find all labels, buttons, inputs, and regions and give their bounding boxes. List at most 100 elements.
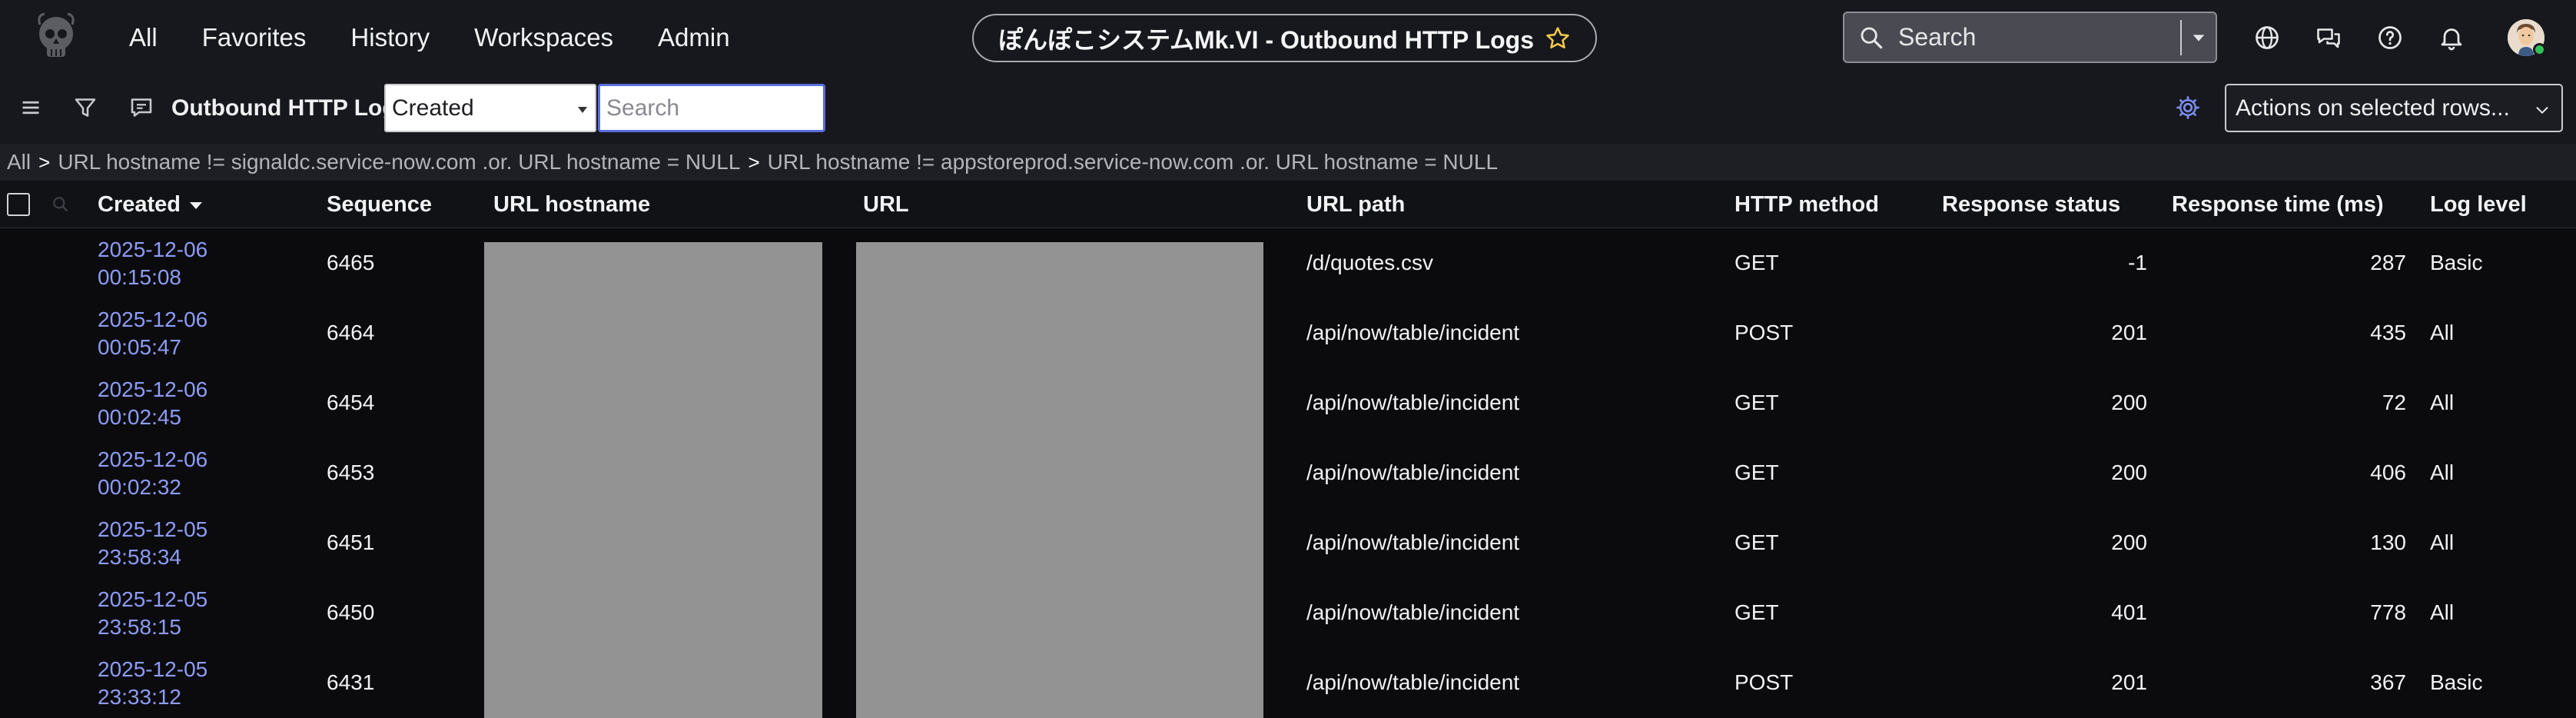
globe-icon[interactable] bbox=[2253, 24, 2281, 52]
sequence-cell: 6453 bbox=[327, 460, 375, 484]
column-header-url-path[interactable]: URL path bbox=[1306, 192, 1405, 218]
actions-select-label: Actions on selected rows... bbox=[2236, 95, 2510, 121]
http-method-cell: POST bbox=[1734, 670, 1794, 694]
list-title: Outbound HTTP Logs bbox=[171, 95, 410, 121]
created-link[interactable]: 2025-12-05 23:58:34 bbox=[98, 516, 207, 571]
filter-icon[interactable] bbox=[71, 94, 99, 121]
help-icon[interactable] bbox=[2376, 24, 2404, 52]
breadcrumb-all[interactable]: All bbox=[7, 150, 31, 175]
table-row[interactable]: 2025-12-05 23:58:15 6450 /api/now/table/i… bbox=[0, 578, 2576, 648]
log-level-cell: All bbox=[2430, 321, 2455, 344]
list-search-input[interactable] bbox=[598, 84, 825, 132]
created-time: 23:58:34 bbox=[98, 545, 181, 569]
created-link[interactable]: 2025-12-05 23:58:15 bbox=[98, 586, 207, 641]
bell-icon[interactable] bbox=[2438, 24, 2465, 52]
breadcrumb-condition-2[interactable]: URL hostname != appstoreprod.service-now… bbox=[768, 150, 1498, 175]
page-title: ぽんぽこシステムMk.VI - Outbound HTTP Logs bbox=[998, 25, 1535, 54]
chevron-down-icon bbox=[2536, 107, 2548, 114]
chevron-down-icon bbox=[2193, 34, 2205, 42]
log-level-cell: All bbox=[2430, 391, 2455, 414]
column-header-log-level[interactable]: Log level bbox=[2430, 192, 2527, 218]
nav-admin[interactable]: Admin bbox=[658, 23, 730, 52]
nav-workspaces[interactable]: Workspaces bbox=[474, 23, 613, 52]
sequence-cell: 6451 bbox=[327, 530, 375, 554]
url-path-cell: /api/now/table/incident bbox=[1306, 321, 1520, 344]
response-status-cell: 401 bbox=[2111, 600, 2147, 624]
created-link[interactable]: 2025-12-06 00:02:45 bbox=[98, 376, 207, 431]
response-status-cell: 200 bbox=[2111, 460, 2147, 484]
table-row[interactable]: 2025-12-06 00:02:45 6454 /api/now/table/i… bbox=[0, 368, 2576, 438]
main-nav-menu: All Favorites History Workspaces Admin bbox=[129, 0, 775, 75]
created-date: 2025-12-06 bbox=[98, 238, 208, 261]
column-header-response-status[interactable]: Response status bbox=[1942, 192, 2120, 218]
http-method-cell: GET bbox=[1734, 530, 1779, 554]
skull-logo-icon[interactable] bbox=[29, 11, 83, 65]
nav-history[interactable]: History bbox=[350, 23, 430, 52]
url-path-cell: /api/now/table/incident bbox=[1306, 391, 1520, 414]
search-scope-dropdown[interactable] bbox=[2182, 13, 2216, 62]
search-field-select[interactable]: Created bbox=[384, 84, 596, 132]
created-time: 23:58:15 bbox=[98, 615, 181, 639]
column-header-response-time[interactable]: Response time (ms) bbox=[2172, 192, 2384, 218]
comment-icon[interactable] bbox=[128, 94, 155, 121]
log-level-cell: Basic bbox=[2430, 251, 2483, 274]
table-header: Created Sequence URL hostname URL URL pa… bbox=[0, 181, 2576, 228]
url-path-cell: /d/quotes.csv bbox=[1306, 251, 1433, 274]
created-link[interactable]: 2025-12-06 00:15:08 bbox=[98, 236, 207, 291]
url-path-cell: /api/now/table/incident bbox=[1306, 460, 1520, 484]
response-status-cell: 201 bbox=[2111, 670, 2147, 694]
top-navigation-bar: All Favorites History Workspaces Admin ぽ… bbox=[0, 0, 2576, 75]
sequence-cell: 6454 bbox=[327, 391, 375, 414]
page-title-pill[interactable]: ぽんぽこシステムMk.VI - Outbound HTTP Logs bbox=[972, 14, 1597, 62]
column-header-sequence[interactable]: Sequence bbox=[327, 192, 432, 218]
list-toolbar: Outbound HTTP Logs Created Actions on se… bbox=[0, 75, 2576, 144]
actions-on-selected-rows-select[interactable]: Actions on selected rows... bbox=[2225, 84, 2563, 132]
created-time: 23:33:12 bbox=[98, 685, 181, 709]
breadcrumb-separator: > bbox=[748, 150, 760, 174]
table-row[interactable]: 2025-12-06 00:15:08 6465 /d/quotes.csv GE… bbox=[0, 228, 2576, 298]
column-header-url[interactable]: URL bbox=[863, 192, 909, 218]
column-header-http-method[interactable]: HTTP method bbox=[1734, 192, 1879, 218]
sequence-cell: 6464 bbox=[327, 321, 375, 344]
column-header-created-label: Created bbox=[98, 192, 181, 217]
http-method-cell: GET bbox=[1734, 460, 1779, 484]
response-time-cell: 287 bbox=[2370, 251, 2406, 274]
created-time: 00:02:45 bbox=[98, 405, 181, 429]
table-row[interactable]: 2025-12-05 23:33:12 6431 /api/now/table/i… bbox=[0, 648, 2576, 718]
table-row[interactable]: 2025-12-05 23:58:34 6451 /api/now/table/i… bbox=[0, 508, 2576, 578]
response-status-cell: 201 bbox=[2111, 321, 2147, 344]
select-all-checkbox[interactable] bbox=[7, 193, 30, 216]
sequence-cell: 6465 bbox=[327, 251, 375, 274]
created-date: 2025-12-06 bbox=[98, 307, 208, 331]
breadcrumb-condition-1[interactable]: URL hostname != signaldc.service-now.com… bbox=[58, 150, 740, 175]
table-body: 2025-12-06 00:15:08 6465 /d/quotes.csv GE… bbox=[0, 228, 2576, 718]
created-link[interactable]: 2025-12-05 23:33:12 bbox=[98, 656, 207, 711]
column-search-icon[interactable] bbox=[51, 194, 71, 214]
hamburger-menu-icon[interactable] bbox=[17, 94, 45, 121]
chat-icon[interactable] bbox=[2315, 24, 2342, 52]
log-level-cell: All bbox=[2430, 600, 2455, 624]
created-date: 2025-12-05 bbox=[98, 517, 208, 541]
online-status-dot bbox=[2533, 43, 2546, 56]
caret-down-icon bbox=[578, 107, 587, 113]
created-time: 00:15:08 bbox=[98, 265, 181, 289]
column-header-url-hostname[interactable]: URL hostname bbox=[493, 192, 650, 218]
created-date: 2025-12-05 bbox=[98, 587, 208, 611]
table-row[interactable]: 2025-12-06 00:02:32 6453 /api/now/table/i… bbox=[0, 438, 2576, 508]
sequence-cell: 6450 bbox=[327, 600, 375, 624]
created-time: 00:05:47 bbox=[98, 335, 181, 359]
global-search-box[interactable]: Search bbox=[1843, 12, 2217, 63]
nav-favorites[interactable]: Favorites bbox=[202, 23, 307, 52]
settings-gear-icon[interactable] bbox=[2174, 94, 2202, 121]
search-field-value: Created bbox=[392, 95, 474, 121]
sort-descending-icon bbox=[190, 201, 202, 209]
sequence-cell: 6431 bbox=[327, 670, 375, 694]
column-header-created[interactable]: Created bbox=[98, 192, 202, 218]
created-link[interactable]: 2025-12-06 00:05:47 bbox=[98, 306, 207, 361]
nav-all[interactable]: All bbox=[129, 23, 158, 52]
favorite-star-icon[interactable] bbox=[1545, 25, 1571, 52]
created-link[interactable]: 2025-12-06 00:02:32 bbox=[98, 446, 207, 501]
global-search-label: Search bbox=[1898, 23, 1977, 51]
response-time-cell: 367 bbox=[2370, 670, 2406, 694]
table-row[interactable]: 2025-12-06 00:05:47 6464 /api/now/table/i… bbox=[0, 298, 2576, 368]
